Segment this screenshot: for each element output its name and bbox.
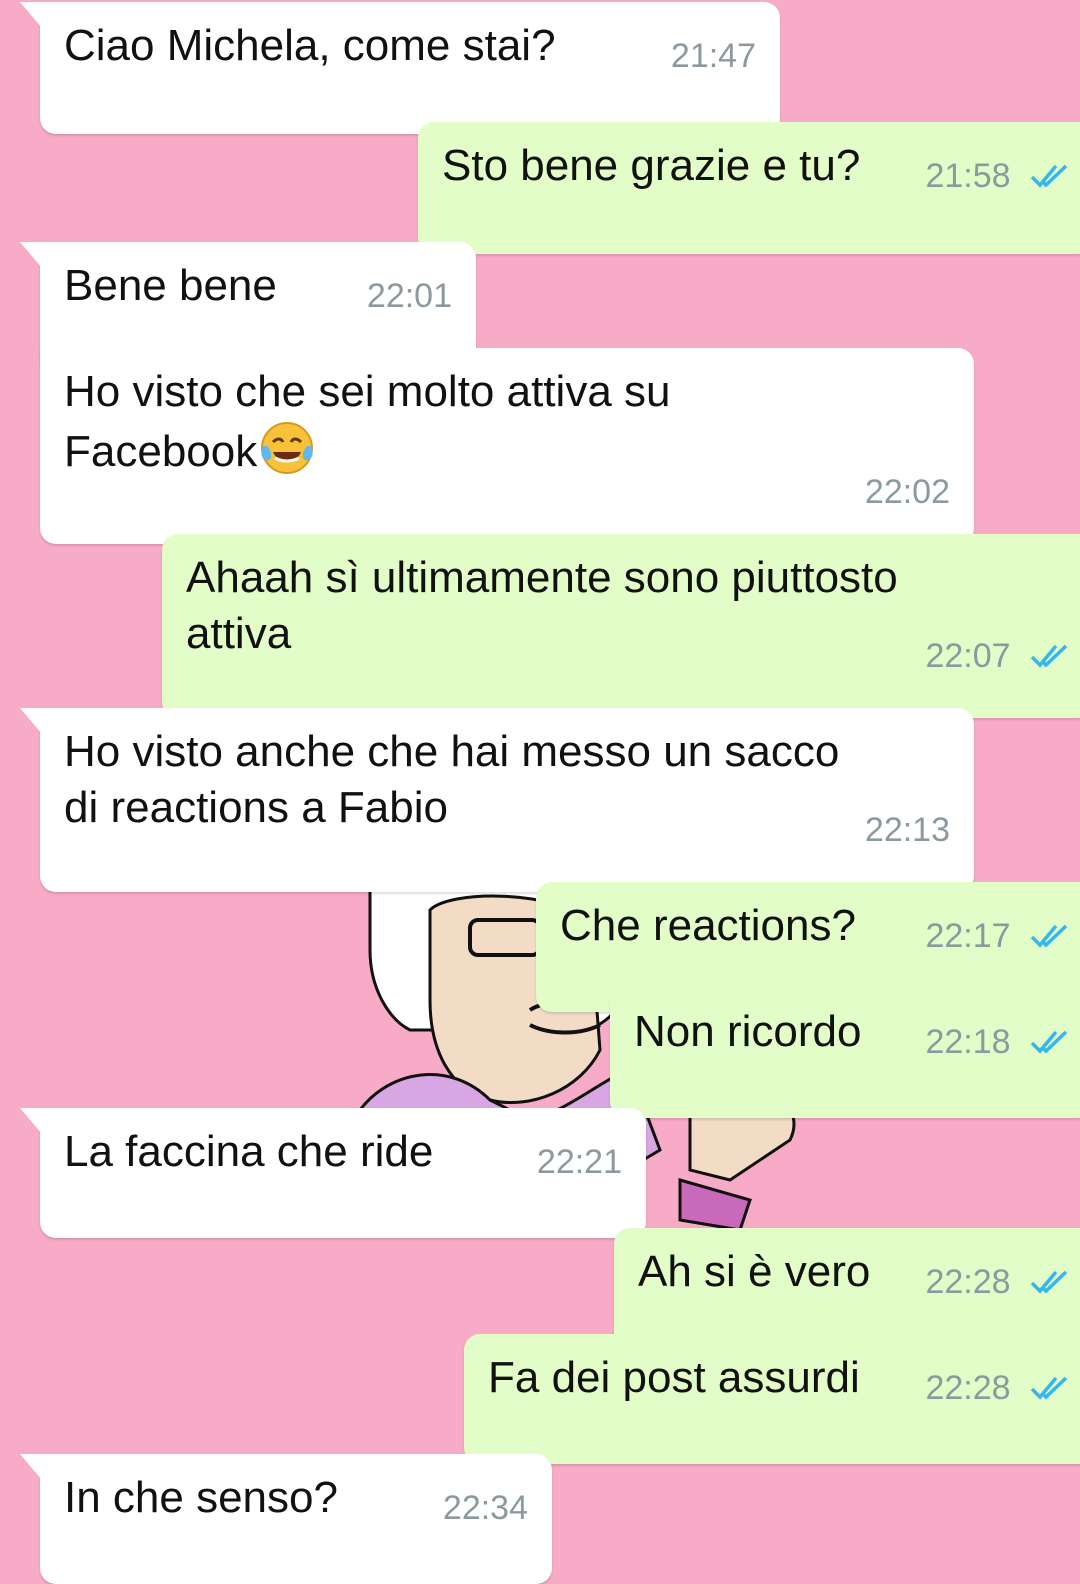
bubble-tail <box>20 1454 42 1480</box>
message-text: Ciao Michela, come stai? <box>64 21 556 70</box>
message-text: In che senso? <box>64 1473 338 1522</box>
message-meta: 22:28 <box>925 1262 1070 1302</box>
bubble-tail <box>20 1108 42 1134</box>
message-timestamp: 22:28 <box>925 1369 1011 1407</box>
message-timestamp: 22:07 <box>925 637 1011 675</box>
message-meta: 22:18 <box>925 1022 1070 1062</box>
message-timestamp: 22:28 <box>925 1263 1011 1301</box>
message-text: Ah si è vero <box>638 1247 871 1296</box>
message-incoming[interactable]: Ho visto che sei molto attiva su Faceboo… <box>40 348 974 544</box>
message-outgoing[interactable]: Non ricordo 22:18 <box>610 988 1080 1118</box>
message-timestamp: 22:01 <box>366 277 452 315</box>
message-bubble: Ho visto anche che hai messo un sacco di… <box>20 708 974 892</box>
message-text: Bene bene <box>64 261 277 310</box>
bubble-tail <box>20 2 42 28</box>
message-timestamp: 22:21 <box>536 1143 622 1181</box>
message-text: La faccina che ride <box>64 1127 434 1176</box>
message-timestamp: 22:34 <box>442 1489 528 1527</box>
double-check-icon <box>1030 164 1068 188</box>
double-check-icon <box>1030 644 1068 668</box>
message-incoming[interactable]: La faccina che ride 22:21 <box>20 1108 646 1238</box>
double-check-icon <box>1030 924 1068 948</box>
message-bubble: In che senso? 22:34 <box>20 1454 552 1584</box>
double-check-icon <box>1030 1270 1068 1294</box>
message-incoming[interactable]: Ciao Michela, come stai? 21:47 <box>20 2 780 134</box>
face-with-tears-of-joy-emoji <box>261 422 314 474</box>
message-timestamp: 22:17 <box>925 917 1011 955</box>
message-timestamp: 21:58 <box>925 157 1011 195</box>
message-timestamp: 22:13 <box>864 811 950 849</box>
message-incoming[interactable]: In che senso? 22:34 <box>20 1454 552 1584</box>
message-bubble: Fa dei post assurdi 22:28 <box>464 1334 1080 1464</box>
message-incoming[interactable]: Ho visto anche che hai messo un sacco di… <box>20 708 974 892</box>
message-bubble: Ciao Michela, come stai? 21:47 <box>20 2 780 134</box>
message-bubble: Ahaah sì ultimamente sono piuttosto atti… <box>162 534 1080 718</box>
bubble-tail <box>20 242 42 268</box>
message-bubble: Sto bene grazie e tu? 21:58 <box>418 122 1080 254</box>
message-outgoing[interactable]: Ahaah sì ultimamente sono piuttosto atti… <box>162 534 1080 718</box>
message-text: Sto bene grazie e tu? <box>442 141 861 190</box>
message-text: Ahaah sì ultimamente sono piuttosto atti… <box>186 553 898 658</box>
message-text: Non ricordo <box>634 1007 862 1056</box>
message-outgoing[interactable]: Sto bene grazie e tu? 21:58 <box>418 122 1080 254</box>
message-text: Ho visto che sei molto attiva su Faceboo… <box>64 367 671 476</box>
message-outgoing[interactable]: Fa dei post assurdi 22:28 <box>464 1334 1080 1464</box>
message-bubble: La faccina che ride 22:21 <box>20 1108 646 1238</box>
bubble-tail <box>20 708 42 734</box>
message-timestamp: 22:02 <box>864 473 950 511</box>
double-check-icon <box>1030 1376 1068 1400</box>
message-meta: 21:58 <box>925 156 1070 196</box>
double-check-icon <box>1030 1030 1068 1054</box>
message-meta: 22:17 <box>925 916 1070 956</box>
message-text: Ho visto anche che hai messo un sacco di… <box>64 727 840 832</box>
message-bubble: Non ricordo 22:18 <box>610 988 1080 1118</box>
message-timestamp: 21:47 <box>670 37 756 75</box>
message-bubble: Ho visto che sei molto attiva su Faceboo… <box>40 348 974 544</box>
message-meta: 22:28 <box>925 1368 1070 1408</box>
message-timestamp: 22:18 <box>925 1023 1011 1061</box>
message-meta: 22:07 <box>925 636 1070 676</box>
message-text: Che reactions? <box>560 901 856 950</box>
message-text: Fa dei post assurdi <box>488 1353 860 1402</box>
